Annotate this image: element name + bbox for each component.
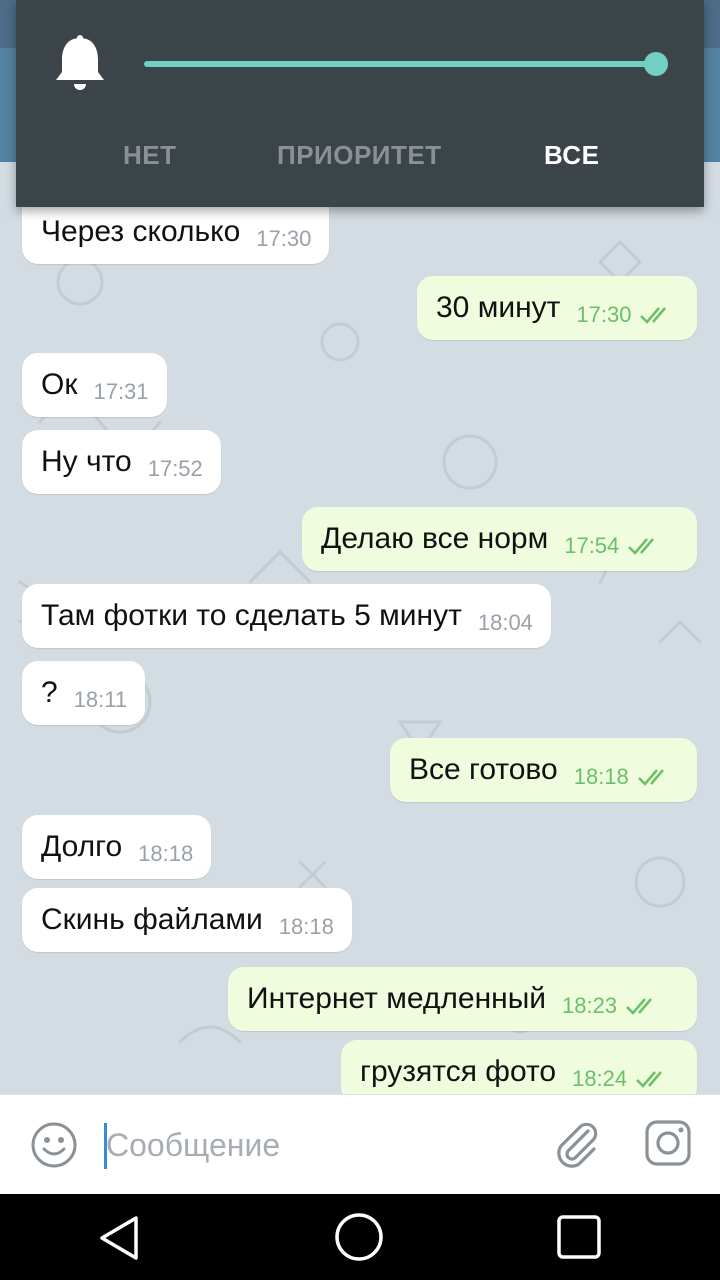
notification-slider-track[interactable]: [144, 61, 656, 67]
message-incoming[interactable]: Через сколько 17:30: [22, 200, 330, 264]
double-check-icon: [640, 307, 667, 324]
message-text: ?: [41, 676, 58, 709]
message-outgoing[interactable]: грузятся фото 18:24: [341, 1040, 697, 1094]
message-text: Там фотки то сделать 5 минут: [41, 599, 462, 632]
camera-icon[interactable]: [644, 1119, 692, 1167]
message-text: Ок: [41, 368, 78, 401]
message-time: 18:04: [477, 610, 533, 635]
message-outgoing[interactable]: Интернет медленный 18:23: [228, 967, 697, 1031]
message-text: Долго: [41, 830, 123, 863]
system-navigation-bar: [0, 1194, 720, 1280]
message-time: 18:23: [562, 993, 618, 1018]
message-time: 17:30: [576, 302, 632, 327]
message-text: 30 минут: [436, 291, 561, 324]
message-time: 17:52: [147, 456, 203, 481]
message-text: грузятся фото: [360, 1055, 557, 1088]
paperclip-icon[interactable]: [552, 1117, 600, 1169]
message-text: Ну что: [41, 445, 132, 478]
message-time: 18:18: [138, 841, 194, 866]
message-text: Интернет медленный: [247, 982, 547, 1015]
message-text: Все готово: [409, 753, 558, 786]
recent-apps-icon[interactable]: [556, 1214, 602, 1260]
message-incoming[interactable]: ? 18:11: [22, 661, 146, 725]
message-time: 17:54: [564, 533, 620, 558]
message-time: 18:11: [73, 687, 128, 712]
message-incoming[interactable]: Ну что 17:52: [22, 430, 221, 494]
message-incoming[interactable]: Скинь файлами 18:18: [22, 888, 352, 952]
message-incoming[interactable]: Долго 18:18: [22, 815, 212, 879]
notification-slider-thumb[interactable]: [644, 52, 668, 76]
message-time: 18:18: [573, 764, 629, 789]
double-check-icon: [628, 538, 655, 555]
double-check-icon: [636, 1071, 663, 1088]
message-outgoing[interactable]: Делаю все норм 17:54: [302, 507, 697, 571]
message-incoming[interactable]: Там фотки то сделать 5 минут 18:04: [22, 584, 551, 648]
message-time: 17:30: [256, 226, 312, 251]
message-outgoing[interactable]: Все готово 18:18: [390, 738, 697, 802]
bell-icon: [56, 35, 104, 90]
message-text: Через сколько: [41, 215, 241, 248]
message-time: 18:24: [572, 1066, 628, 1091]
option-priority[interactable]: ПРИОРИТЕТ: [277, 140, 442, 171]
home-icon[interactable]: [334, 1212, 384, 1262]
message-outgoing[interactable]: 30 минут 17:30: [417, 276, 697, 340]
back-icon[interactable]: [96, 1214, 144, 1262]
double-check-icon: [637, 769, 664, 786]
emoji-icon[interactable]: [30, 1121, 78, 1169]
message-input[interactable]: [106, 1117, 526, 1173]
notification-popup: НЕТ ПРИОРИТЕТ ВСЕ: [16, 0, 704, 207]
message-incoming[interactable]: Ок 17:31: [22, 353, 167, 417]
double-check-icon: [626, 998, 653, 1015]
message-time: 18:18: [278, 914, 334, 939]
message-composer: [0, 1094, 720, 1194]
option-none[interactable]: НЕТ: [123, 140, 177, 171]
message-text: Делаю все норм: [321, 522, 549, 555]
message-time: 17:31: [93, 379, 149, 404]
chat-area[interactable]: Через сколько 17:30 30 минут 17:30 Ок 17…: [0, 162, 720, 1094]
option-all[interactable]: ВСЕ: [544, 140, 599, 171]
message-text: Скинь файлами: [41, 903, 263, 936]
